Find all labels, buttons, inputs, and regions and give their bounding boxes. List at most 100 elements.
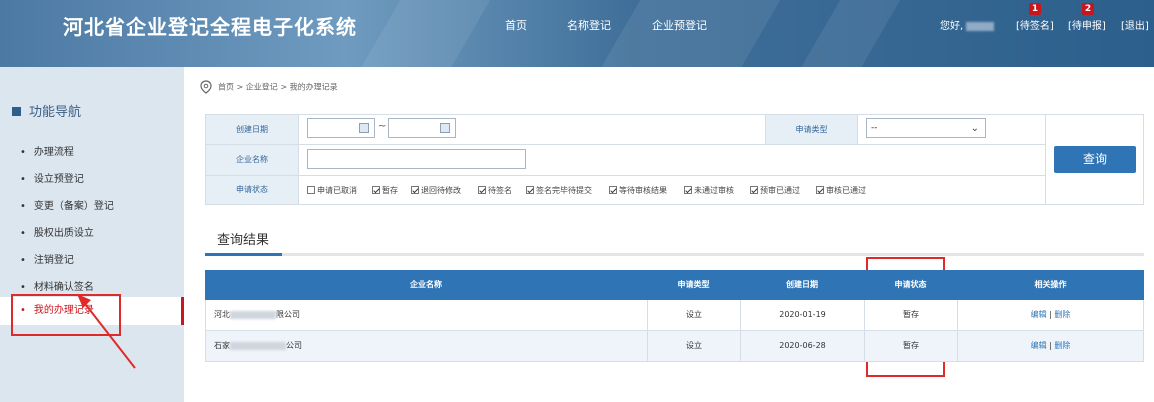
checkbox-checked-icon[interactable]: [609, 186, 617, 194]
bullet-icon: •: [20, 255, 26, 266]
nav-name-registration[interactable]: 名称登记: [567, 17, 611, 33]
status-option-label: 等待审核结果: [619, 186, 667, 195]
company-name-suffix: 限公司: [276, 310, 300, 319]
company-name-suffix: 公司: [286, 341, 302, 350]
action-separator: |: [1049, 310, 1052, 319]
pending-submission-link[interactable]: [待申报]: [1068, 17, 1106, 32]
calendar-icon[interactable]: [359, 123, 369, 133]
checkbox-checked-icon[interactable]: [750, 186, 758, 194]
column-header-apply-status[interactable]: 申请状态: [864, 270, 957, 300]
header: 河北省企业登记全程电子化系统 首页 名称登记 企业预登记 您好, 1 [待签名]…: [0, 0, 1154, 67]
sidebar-item-equity-pledge[interactable]: • 股权出质设立: [20, 224, 94, 239]
cell-apply-type: 设立: [648, 300, 741, 330]
delete-link[interactable]: 删除: [1054, 341, 1070, 350]
status-option-label: 退回待修改: [421, 186, 461, 195]
checkbox-checked-icon[interactable]: [816, 186, 824, 194]
sidebar-item-label: 股权出质设立: [33, 228, 94, 239]
cell-actions: 编辑 | 删除: [958, 300, 1143, 330]
status-option-review-failed[interactable]: 未通过审核: [684, 185, 734, 196]
edit-link[interactable]: 编辑: [1031, 310, 1047, 319]
checkbox-icon[interactable]: [307, 186, 315, 194]
masked-company-name: [230, 310, 276, 319]
masked-company-name: [230, 341, 286, 350]
apply-type-select[interactable]: -- ⌄: [866, 118, 986, 138]
form-divider: [1045, 114, 1046, 205]
table-header: 企业名称 申请类型 创建日期 申请状态 相关操作: [205, 270, 1144, 300]
status-option-label: 暂存: [382, 186, 398, 195]
square-icon: [12, 107, 21, 116]
cell-actions: 编辑 | 删除: [958, 331, 1143, 361]
status-option-prereview-passed[interactable]: 预审已通过: [750, 185, 800, 196]
masked-username: [966, 21, 995, 31]
breadcrumb-text: 首页 > 企业登记 > 我的办理记录: [218, 82, 338, 92]
results-tab-accent: [205, 253, 282, 256]
sidebar-item-material-signature[interactable]: • 材料确认签名: [20, 278, 94, 293]
status-option-label: 签名完毕待提交: [536, 186, 592, 195]
pending-signature-link[interactable]: [待签名]: [1016, 17, 1054, 32]
sidebar-item-label: 注销登记: [33, 255, 74, 266]
column-header-company-name[interactable]: 企业名称: [205, 270, 647, 300]
cell-company-name: 河北 限公司: [206, 300, 648, 330]
table-row: 石家 公司 设立 2020-06-28 暂存 编辑 | 删除: [205, 331, 1144, 362]
status-option-pending-sign[interactable]: 待签名: [478, 185, 512, 196]
start-date-input[interactable]: [307, 118, 375, 138]
checkbox-checked-icon[interactable]: [411, 186, 419, 194]
chevron-down-icon: ⌄: [970, 123, 979, 134]
status-option-returned[interactable]: 退回待修改: [411, 185, 461, 196]
column-header-actions: 相关操作: [1034, 280, 1067, 289]
apply-type-label: 申请类型: [765, 115, 858, 144]
sidebar-item-label: 设立预登记: [33, 174, 84, 185]
nav-enterprise-preregistration[interactable]: 企业预登记: [652, 17, 707, 33]
edit-link[interactable]: 编辑: [1031, 341, 1047, 350]
apply-status-label: 申请状态: [206, 176, 299, 204]
end-date-input[interactable]: [388, 118, 456, 138]
status-option-draft[interactable]: 暂存: [372, 185, 398, 196]
delete-link[interactable]: 删除: [1054, 310, 1070, 319]
checkbox-checked-icon[interactable]: [684, 186, 692, 194]
date-separator: ~: [378, 121, 387, 132]
location-pin-icon: [200, 80, 212, 94]
status-option-review-passed[interactable]: 审核已通过: [816, 185, 866, 196]
nav-home[interactable]: 首页: [505, 17, 527, 33]
query-button[interactable]: 查询: [1054, 146, 1136, 173]
company-name-prefix: 石家: [214, 341, 230, 350]
column-header-create-date[interactable]: 创建日期: [740, 270, 864, 300]
status-option-label: 未通过审核: [694, 186, 734, 195]
cell-apply-type: 设立: [648, 331, 741, 361]
sidebar-item-label: 变更（备案）登记: [33, 201, 114, 212]
pending-signature-badge: 1: [1029, 3, 1041, 15]
status-option-cancelled[interactable]: 申请已取消: [307, 185, 357, 196]
company-name-label: 企业名称: [206, 145, 299, 175]
checkbox-checked-icon[interactable]: [526, 186, 534, 194]
bullet-icon: •: [20, 174, 26, 185]
status-option-label: 审核已通过: [826, 186, 866, 195]
status-option-signed-pending-submit[interactable]: 签名完毕待提交: [526, 185, 592, 196]
sidebar-item-change-registration[interactable]: • 变更（备案）登记: [20, 197, 114, 212]
company-name-prefix: 河北: [214, 310, 230, 319]
results-title: 查询结果: [217, 233, 270, 248]
sidebar-item-label: 办理流程: [33, 147, 74, 158]
column-header-apply-type[interactable]: 申请类型: [647, 270, 740, 300]
form-divider: [205, 144, 1045, 145]
greeting-text: 您好,: [940, 21, 964, 32]
checkbox-checked-icon[interactable]: [372, 186, 380, 194]
sidebar-item-process[interactable]: • 办理流程: [20, 143, 74, 158]
calendar-icon[interactable]: [440, 123, 450, 133]
status-option-label: 预审已通过: [760, 186, 800, 195]
cell-apply-status: 暂存: [865, 331, 958, 361]
sidebar-title-text: 功能导航: [29, 105, 82, 120]
header-decoration: [594, 0, 786, 67]
breadcrumb: 首页 > 企业登记 > 我的办理记录: [200, 80, 338, 94]
bullet-icon: •: [20, 201, 26, 212]
status-option-label: 申请已取消: [317, 186, 357, 195]
site-title: 河北省企业登记全程电子化系统: [63, 15, 357, 39]
status-option-awaiting-review[interactable]: 等待审核结果: [609, 185, 667, 196]
sidebar-item-deregistration[interactable]: • 注销登记: [20, 251, 74, 266]
bullet-icon: •: [20, 282, 26, 293]
checkbox-checked-icon[interactable]: [478, 186, 486, 194]
logout-link[interactable]: [退出]: [1121, 17, 1149, 32]
cell-create-date: 2020-01-19: [741, 300, 865, 330]
pending-submission-badge: 2: [1082, 3, 1094, 15]
sidebar-item-establish-preregistration[interactable]: • 设立预登记: [20, 170, 84, 185]
company-name-input[interactable]: [307, 149, 526, 169]
